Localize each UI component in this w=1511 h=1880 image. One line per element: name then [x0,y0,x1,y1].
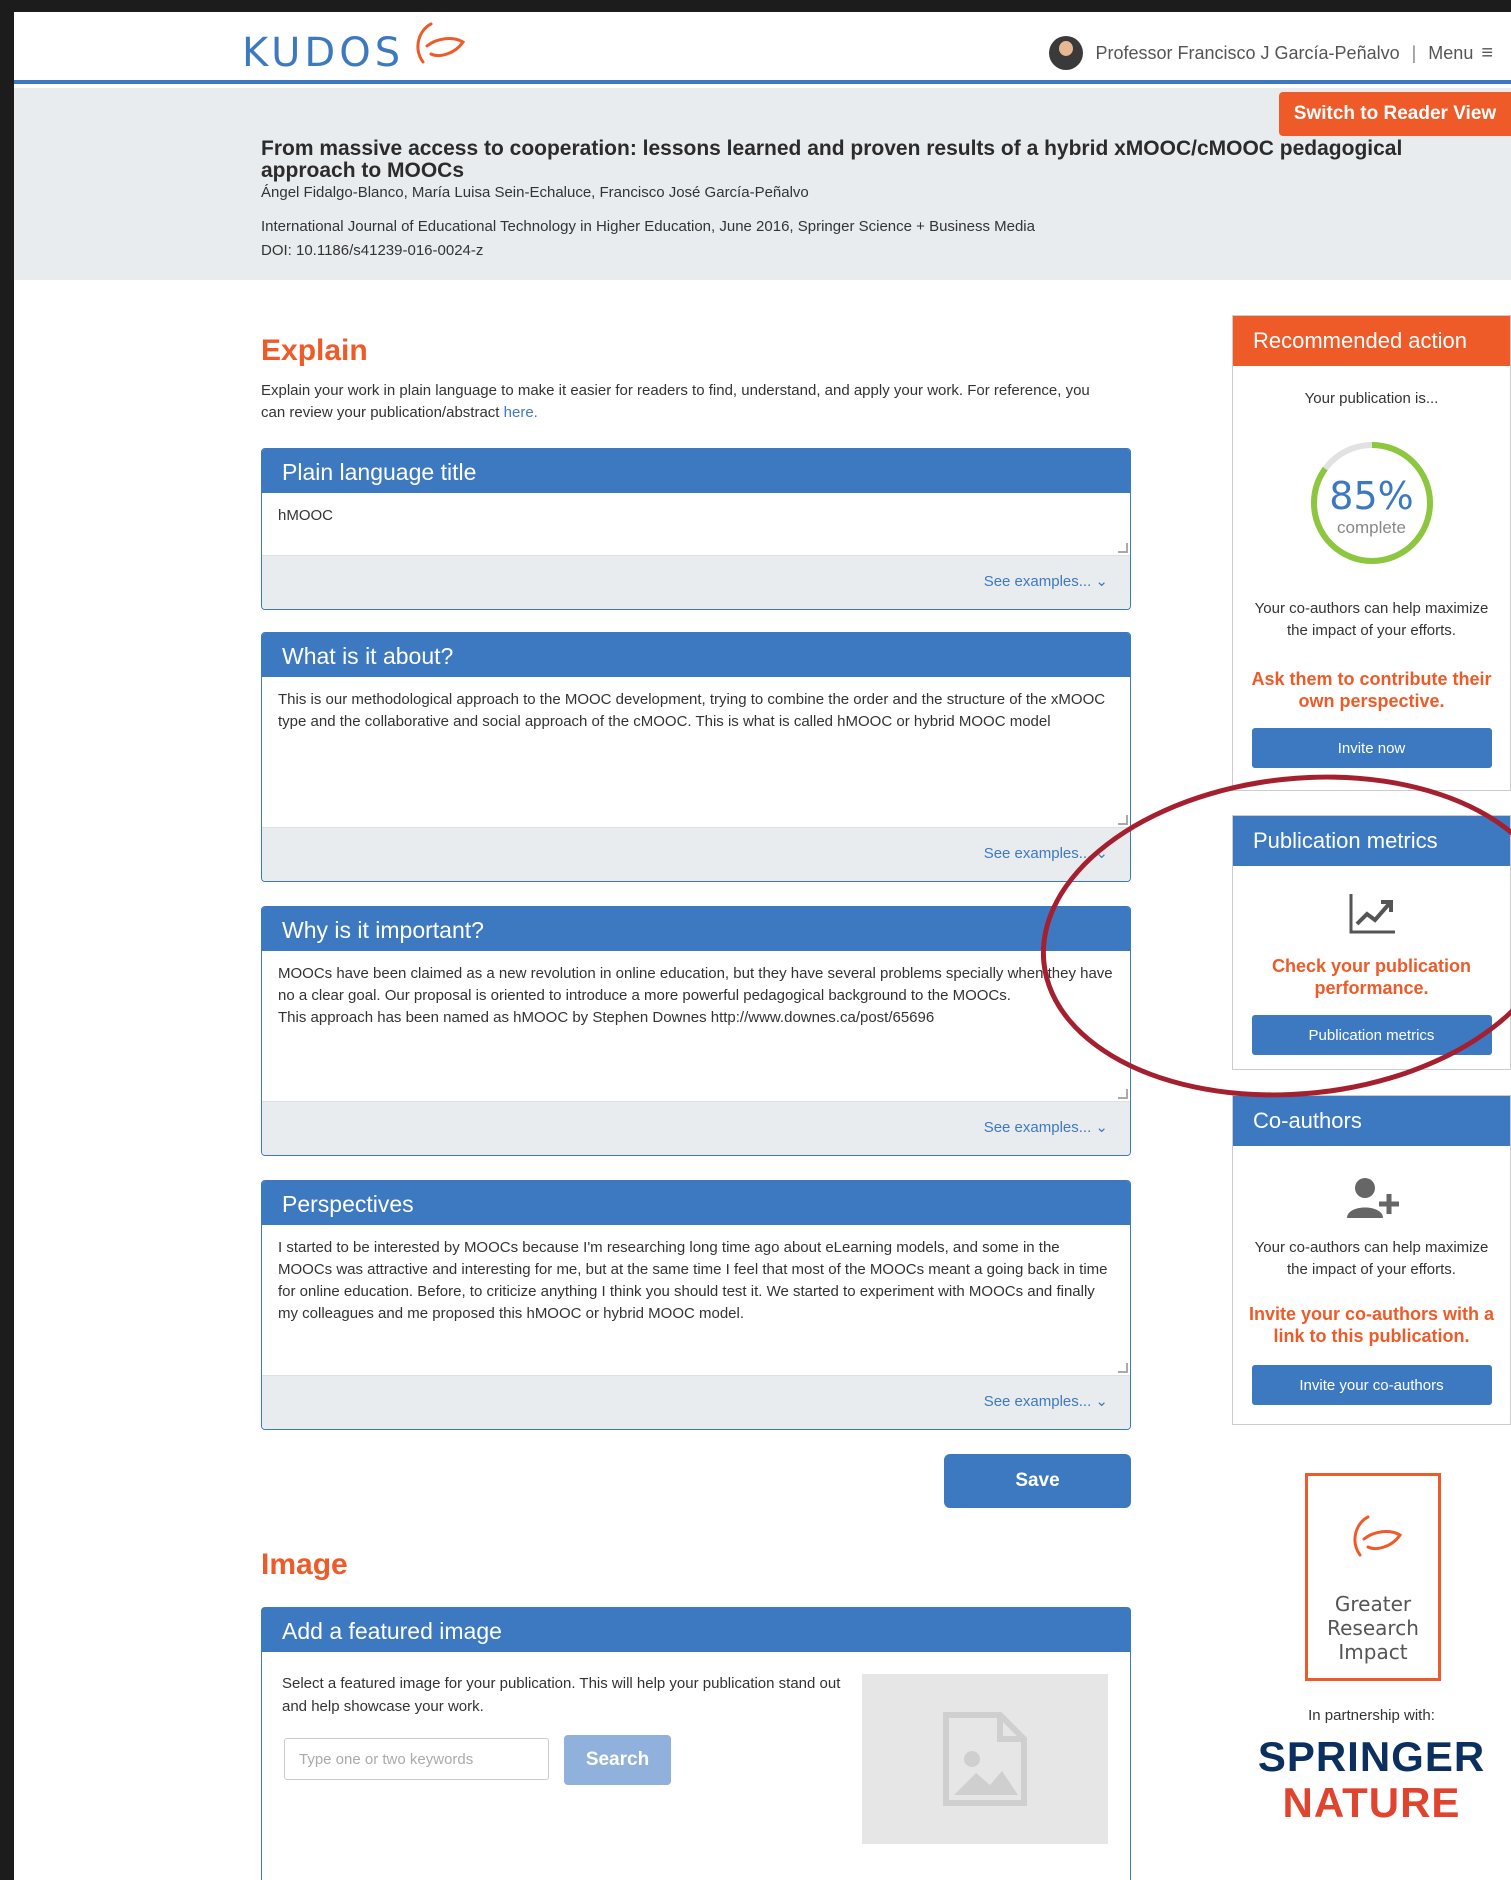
user-menu[interactable]: Professor Francisco J García-Peñalvo | M… [1049,36,1493,70]
top-nav-bar: KUDOS Professor Francisco J García-Peñal… [14,12,1511,84]
window-frame-top [0,0,1511,12]
abstract-link[interactable]: here. [504,404,538,421]
publication-status: Your publication is... [1304,390,1439,407]
explain-intro: Explain your work in plain language to m… [261,380,1101,424]
panel-title: Recommended action [1233,316,1510,366]
save-button[interactable]: Save [944,1454,1131,1508]
switch-reader-view-button[interactable]: Switch to Reader View [1279,92,1511,136]
card-footer: See examples... ⌄ [262,1101,1130,1155]
panel-title: Co-authors [1233,1096,1510,1146]
why-is-it-important-field[interactable]: MOOCs have been claimed as a new revolut… [262,951,1130,1101]
see-examples-link[interactable]: See examples... ⌄ [984,1118,1108,1136]
coauthor-help-text: Your co-authors can help maximize the im… [1254,600,1489,639]
search-button[interactable]: Search [564,1735,671,1785]
see-examples-link[interactable]: See examples... ⌄ [984,1392,1108,1410]
resize-handle-icon[interactable] [1118,815,1128,825]
butterfly-icon [1353,1515,1403,1557]
window-frame-left [0,0,14,1880]
resize-handle-icon[interactable] [1118,1363,1128,1373]
contribute-cta: Ask them to contribute their own perspec… [1251,669,1492,711]
image-heading: Image [261,1548,348,1581]
card-title: Plain language title [262,449,1130,493]
field-value[interactable]: This is our methodological approach to t… [278,691,1105,730]
greater-research-impact-badge: Greater Research Impact [1305,1473,1441,1681]
partnership-label: In partnership with: [1308,1707,1435,1724]
recommended-action-panel: Recommended action Your publication is..… [1232,315,1511,791]
card-title: Perspectives [262,1181,1130,1225]
progress-ring: 85% complete [1307,438,1437,568]
nature-logo: NATURE [1282,1779,1461,1826]
badge-text: Greater Research Impact [1327,1592,1419,1664]
what-is-it-about-card: What is it about? This is our methodolog… [261,632,1131,882]
plain-language-title-field[interactable]: hMOOC [262,493,1130,555]
resize-handle-icon[interactable] [1118,1089,1128,1099]
perspectives-field[interactable]: I started to be interested by MOOCs beca… [262,1225,1130,1375]
keyword-search-input[interactable] [284,1738,549,1780]
explain-intro-text: Explain your work in plain language to m… [261,382,1090,421]
featured-image-description: Select a featured image for your publica… [282,1675,841,1715]
see-examples-link[interactable]: See examples... ⌄ [984,572,1108,590]
menu-label[interactable]: Menu [1428,43,1473,64]
explain-heading: Explain [261,334,368,367]
add-user-icon [1233,1176,1510,1225]
card-footer: See examples... ⌄ [262,555,1130,609]
card-title: What is it about? [262,633,1130,677]
user-name[interactable]: Professor Francisco J García-Peñalvo [1095,43,1399,64]
plain-language-title-card: Plain language title hMOOC See examples.… [261,448,1131,610]
progress-percent: 85% [1329,474,1414,518]
field-value-line-2[interactable]: This approach has been named as hMOOC by… [278,1007,1114,1029]
field-value[interactable]: I started to be interested by MOOCs beca… [278,1239,1108,1322]
field-value[interactable]: MOOCs have been claimed as a new revolut… [278,963,1114,1007]
progress-label: complete [1337,518,1406,537]
publication-journal: International Journal of Educational Tec… [261,218,1035,235]
card-footer: See examples... ⌄ [262,1375,1130,1429]
hamburger-icon[interactable]: ≡ [1481,42,1493,65]
invite-coauthors-button[interactable]: Invite your co-authors [1251,1365,1492,1405]
card-title: Why is it important? [262,907,1130,951]
publication-authors: Ángel Fidalgo-Blanco, María Luisa Sein-E… [261,184,809,201]
invite-coauthors-cta: Invite your co-authors with a link to th… [1248,1304,1495,1346]
perspectives-card: Perspectives I started to be interested … [261,1180,1131,1430]
springer-logo: SPRINGER [1257,1733,1486,1780]
kudos-logo[interactable]: KUDOS [242,30,404,76]
card-title: Add a featured image [262,1608,1130,1652]
publication-header: Switch to Reader View From massive acces… [14,88,1511,280]
coauthor-help-text: Your co-authors can help maximize the im… [1254,1239,1489,1278]
field-value[interactable]: hMOOC [278,507,333,524]
why-is-it-important-card: Why is it important? MOOCs have been cla… [261,906,1131,1156]
image-placeholder [862,1674,1108,1844]
publication-title: From massive access to cooperation: less… [261,137,1403,182]
card-footer: See examples... ⌄ [262,827,1130,881]
featured-image-card: Add a featured image Select a featured i… [261,1607,1131,1880]
co-authors-panel: Co-authors Your co-authors can help maxi… [1232,1095,1511,1425]
butterfly-logo-icon [416,22,466,64]
image-file-icon [943,1712,1027,1806]
divider: | [1411,42,1417,63]
avatar[interactable] [1049,36,1084,70]
publication-doi: DOI: 10.1186/s41239-016-0024-z [261,242,484,259]
invite-now-button[interactable]: Invite now [1251,728,1492,768]
what-is-it-about-field[interactable]: This is our methodological approach to t… [262,677,1130,827]
resize-handle-icon[interactable] [1118,543,1128,553]
